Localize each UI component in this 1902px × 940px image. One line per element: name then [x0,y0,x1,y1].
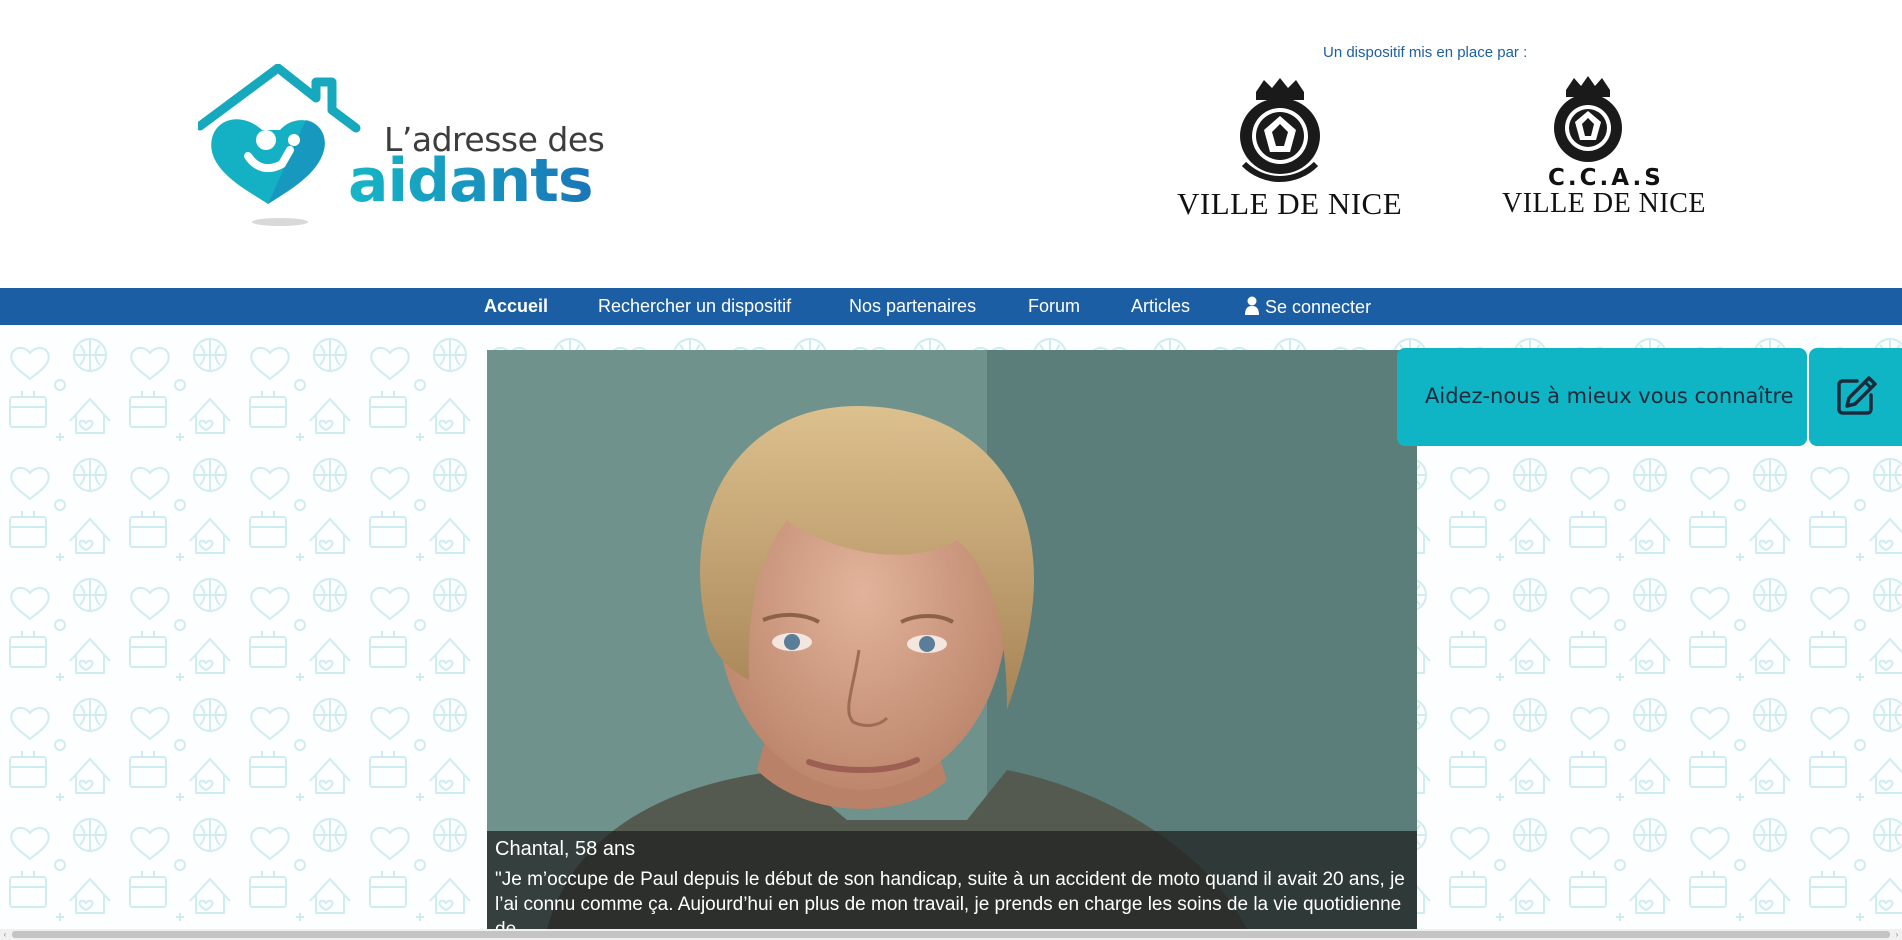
survey-cta-label: Aidez-nous à mieux vous connaître [1425,384,1794,408]
nav-item-label: Se connecter [1265,297,1372,317]
partner-ville-de-nice-label: VILLE DE NICE [1177,186,1403,221]
survey-edit-button[interactable] [1809,348,1902,446]
testimonial-name: Chantal, 58 ans [495,838,636,860]
partner-caption: Un dispositif mis en place par : [1323,44,1528,61]
nav-item-se-connecter[interactable]: Se connecter [1245,296,1371,318]
scrollbar-thumb[interactable] [12,931,1890,938]
testimonial-caption: Chantal, 58 ans "Je m’occupe de Paul dep… [487,831,1417,929]
nav-item-articles[interactable]: Articles [1131,296,1190,317]
testimonial-quote: "Je m’occupe de Paul depuis le début de … [495,869,1405,929]
edit-icon [1837,376,1877,415]
user-icon [1245,296,1259,315]
nav-item-nos-partenaires[interactable]: Nos partenaires [849,296,976,317]
partner-ccas-label: VILLE DE NICE [1502,188,1707,219]
horizontal-scrollbar[interactable]: ‹ › [0,929,1902,940]
nav-item-forum[interactable]: Forum [1028,296,1080,317]
main-nav: Accueil Rechercher un dispositif Nos par… [0,288,1902,325]
nav-item-rechercher-dispositif[interactable]: Rechercher un dispositif [598,296,791,317]
ccas-crest-icon [1554,76,1622,162]
nav-item-accueil[interactable]: Accueil [484,296,548,317]
scroll-left-arrow-icon[interactable]: ‹ [0,929,10,940]
scroll-right-arrow-icon[interactable]: › [1892,929,1902,940]
survey-cta-button[interactable]: Aidez-nous à mieux vous connaître [1397,348,1807,446]
site-header: L’adresse des aidants Un dispositif mis … [0,0,1902,288]
ville-de-nice-crest-icon [1240,78,1320,182]
testimonial-hero: Chantal, 58 ans "Je m’occupe de Paul dep… [487,350,1417,929]
logo-text-line2: aidants [348,146,594,216]
